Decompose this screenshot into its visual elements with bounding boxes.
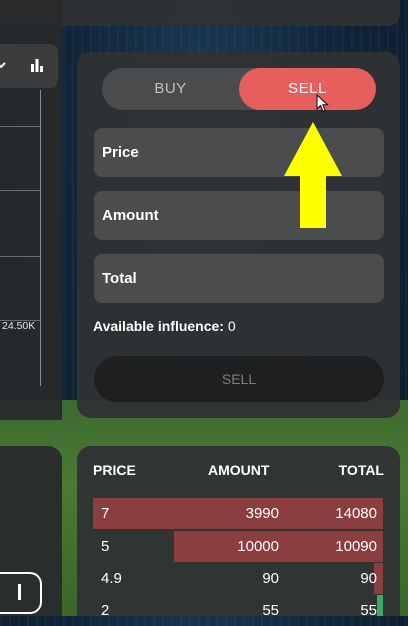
- bid-depth-marker: [377, 595, 383, 616]
- order-row[interactable]: 5 10000 10090: [93, 531, 383, 562]
- chevron-down-icon[interactable]: [0, 60, 6, 70]
- left-outline-button[interactable]: [0, 572, 42, 614]
- left-lower-panel: [0, 446, 62, 616]
- trade-form-panel: BUY SELL Price Amount Total Available in…: [77, 52, 400, 418]
- sell-submit-button[interactable]: SELL: [94, 356, 384, 402]
- order-amount: 55: [262, 602, 279, 619]
- total-input[interactable]: Total: [94, 254, 384, 303]
- order-row[interactable]: 2 55 55: [93, 595, 383, 626]
- sell-tab[interactable]: SELL: [239, 68, 376, 110]
- price-chart-area[interactable]: [0, 90, 41, 386]
- order-row[interactable]: 4.9 90 90: [93, 563, 383, 594]
- available-influence-value: 0: [227, 318, 236, 334]
- order-total: 90: [360, 570, 377, 587]
- order-total: 10090: [335, 538, 377, 555]
- order-book-panel: PRICE AMOUNT TOTAL 7 3990 14080 5 10000 …: [77, 446, 400, 619]
- order-price: 5: [101, 538, 110, 555]
- order-amount: 3990: [245, 505, 279, 522]
- bar-chart-icon[interactable]: [30, 58, 44, 72]
- available-influence: Available influence: 0: [93, 318, 236, 334]
- buy-sell-toggle: BUY SELL: [102, 68, 376, 110]
- amount-column-header: AMOUNT: [208, 462, 270, 478]
- order-price: 7: [101, 505, 110, 522]
- grid-line: [0, 126, 40, 127]
- buy-tab[interactable]: BUY: [102, 68, 239, 110]
- available-influence-label: Available influence:: [93, 318, 224, 334]
- cursor-pointer-icon: [316, 94, 329, 113]
- grid-line: [0, 190, 40, 191]
- order-total: 14080: [335, 505, 377, 522]
- order-total: 55: [360, 602, 377, 619]
- chart-price-label: 24.50K: [2, 320, 36, 332]
- order-amount: 90: [262, 570, 279, 587]
- order-row[interactable]: 7 3990 14080: [93, 498, 383, 529]
- chart-toolbar: [0, 44, 58, 88]
- total-column-header: TOTAL: [338, 462, 384, 478]
- order-amount: 10000: [237, 538, 279, 555]
- price-column-header: PRICE: [93, 462, 136, 478]
- chart-panel: 24.50K: [0, 0, 62, 420]
- order-price: 2: [101, 602, 110, 619]
- grid-line: [0, 256, 40, 257]
- up-arrow-annotation-icon: [284, 122, 342, 228]
- order-price: 4.9: [101, 570, 122, 587]
